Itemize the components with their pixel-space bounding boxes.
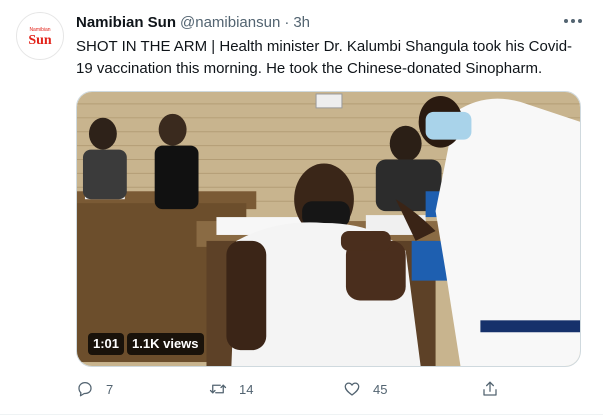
video-duration: 1:01 [88, 333, 125, 355]
tweet-text: SHOT IN THE ARM | Health minister Dr. Ka… [76, 38, 573, 77]
video-player[interactable]: 1:01 1.1K views [76, 91, 581, 367]
reply-count: 7 [106, 381, 114, 397]
separator-dot: · [284, 13, 290, 31]
tweet-actions: 7 14 45 [76, 376, 506, 402]
video-thumbnail [77, 92, 580, 366]
video-badge: 1:01 1.1K views [88, 333, 204, 355]
video-views: 1.1K views [127, 333, 204, 355]
author-handle[interactable]: @namibiansun [180, 14, 280, 31]
heart-icon [344, 382, 360, 396]
namibian-sun-logo: Namibian Sun [18, 14, 62, 58]
author-display-name[interactable]: Namibian Sun [76, 14, 176, 31]
share-icon [483, 381, 497, 396]
reply-button[interactable]: 7 [76, 376, 113, 402]
reply-icon [78, 381, 92, 397]
retweet-button[interactable]: 14 [209, 376, 253, 402]
like-button[interactable]: 45 [343, 376, 387, 402]
retweet-icon [209, 384, 227, 394]
share-button[interactable] [481, 376, 499, 402]
avatar[interactable]: Namibian Sun [16, 12, 64, 60]
tweet-timestamp[interactable]: 3h [293, 14, 310, 31]
svg-text:Sun: Sun [28, 33, 52, 48]
like-count: 45 [373, 381, 388, 397]
retweet-count: 14 [239, 381, 254, 397]
tweet-card[interactable]: Namibian Sun Namibian Sun @namibiansun ·… [0, 0, 603, 415]
more-icon[interactable] [561, 10, 585, 32]
tweet-header: Namibian Sun @namibiansun · 3h [76, 12, 310, 32]
